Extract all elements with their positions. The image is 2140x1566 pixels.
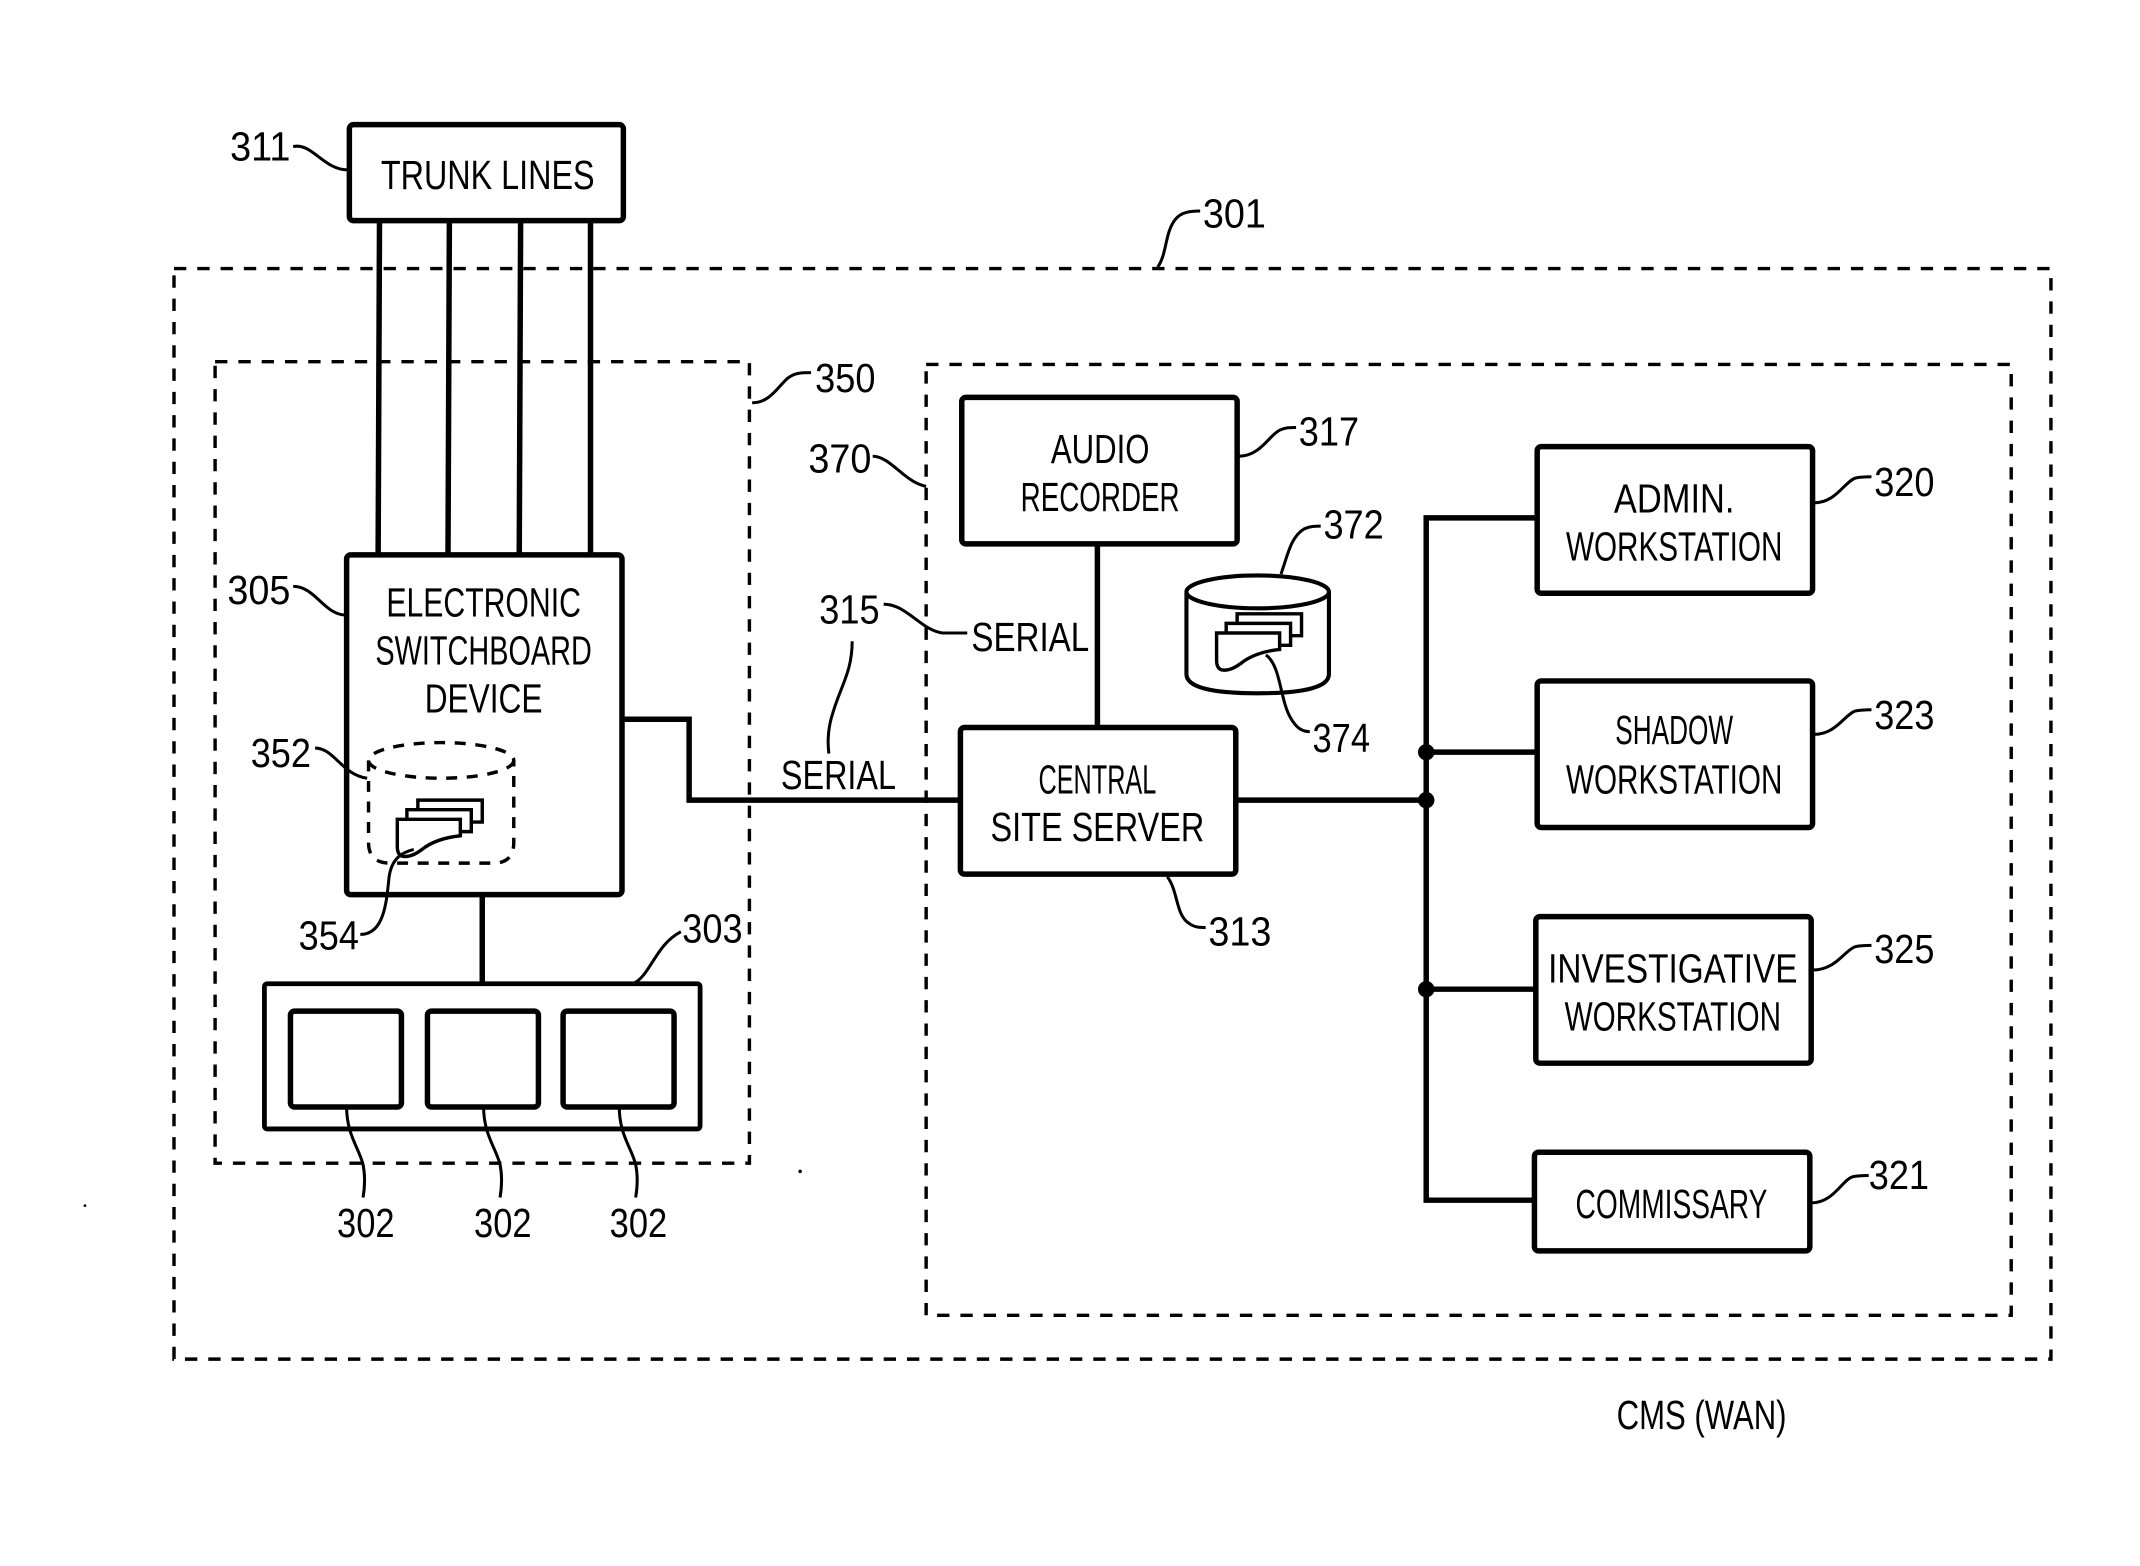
central-server-ref: 313 [1208,908,1271,954]
phone-2 [424,1008,542,1110]
trunk-wire-1 [375,220,383,555]
system-block-diagram: 301 350 370 TRUNK LINES 311 ELECTRONIC S… [83,121,2053,1438]
admin-workstation-label-line-2: WORKSTATION [1566,523,1782,569]
trunk-lines-label: TRUNK LINES [381,152,595,198]
central-server-leader [1166,875,1206,930]
audio-recorder-ref: 317 [1299,408,1359,454]
switchboard-ref: 305 [227,567,290,613]
investigative-workstation-leader [1812,943,1872,972]
outer-region-leader [1156,209,1201,269]
admin-workstation-label-line-1: ADMIN. [1614,475,1735,521]
audio-recorder-label-line-1: AUDIO [1051,426,1150,472]
switchboard-label-line-3: DEVICE [425,675,543,721]
audio-recorder-leader [1238,425,1297,458]
central-server-label-line-1: CENTRAL [1038,756,1156,802]
switchboard-label-line-2: SWITCHBOARD [375,627,591,673]
shadow-workstation-label-line-1: SHADOW [1615,707,1733,753]
bus-junction-shadow [1417,743,1435,761]
server-db-ref: 372 [1323,501,1383,547]
switch-records-ref: 354 [299,912,359,958]
commissary-leader [1811,1174,1869,1205]
trunk-lines-ref: 311 [230,123,290,169]
scan-speck-1 [798,1169,802,1174]
phone-3 [560,1008,677,1110]
commissary-ref: 321 [1869,1152,1929,1198]
switchboard-label-line-1: ELECTRONIC [386,580,581,626]
serial-label-upper: SERIAL [971,614,1089,660]
scan-speck-2 [83,1204,87,1208]
phone-bank-ref: 303 [682,906,742,952]
admin-workstation-ref: 320 [1874,459,1934,505]
site-region-370-leader [872,454,927,488]
trunk-wire-3 [516,220,524,555]
network-caption: CMS (WAN) [1617,1392,1787,1438]
phone-3-ref: 302 [610,1200,668,1246]
server-database [1184,573,1331,696]
server-records-ref: 374 [1312,715,1370,761]
serial-ref: 315 [819,586,879,632]
trunk-lines-leader [292,144,349,172]
server-db-top [1184,573,1331,611]
phone-bank-leader [632,930,682,986]
site-region-350-ref: 350 [815,355,875,401]
shadow-workstation-label-line-2: WORKSTATION [1566,756,1782,802]
shadow-workstation-block [1534,678,1816,831]
server-db-leader [1279,524,1321,575]
commissary-label: COMMISSARY [1576,1181,1768,1227]
investigative-workstation-ref: 325 [1874,926,1934,972]
serial-ref-leader-lower [826,641,854,754]
phone-1-ref: 302 [337,1200,395,1246]
audio-recorder-label-line-2: RECORDER [1021,474,1180,520]
phone-2-ref: 302 [474,1200,532,1246]
switch-db-ref: 352 [251,730,311,776]
shadow-workstation-ref: 323 [1874,692,1934,738]
admin-workstation-leader [1813,475,1872,505]
bus-junction-server [1417,791,1435,809]
investigative-workstation-label-line-2: WORKSTATION [1565,993,1781,1039]
bus-junction-investigative [1417,980,1435,998]
investigative-workstation-label-line-1: INVESTIGATIVE [1548,945,1797,991]
phone-1 [287,1008,405,1110]
site-region-350-leader [752,371,812,405]
site-region-370-ref: 370 [808,436,871,482]
outer-region-ref: 301 [1203,190,1266,236]
serial-label-lower: SERIAL [781,752,896,798]
trunk-wire-2 [445,220,453,555]
central-server-label-line-2: SITE SERVER [991,804,1205,850]
shadow-workstation-leader [1813,708,1872,736]
switchboard-leader [293,584,346,617]
